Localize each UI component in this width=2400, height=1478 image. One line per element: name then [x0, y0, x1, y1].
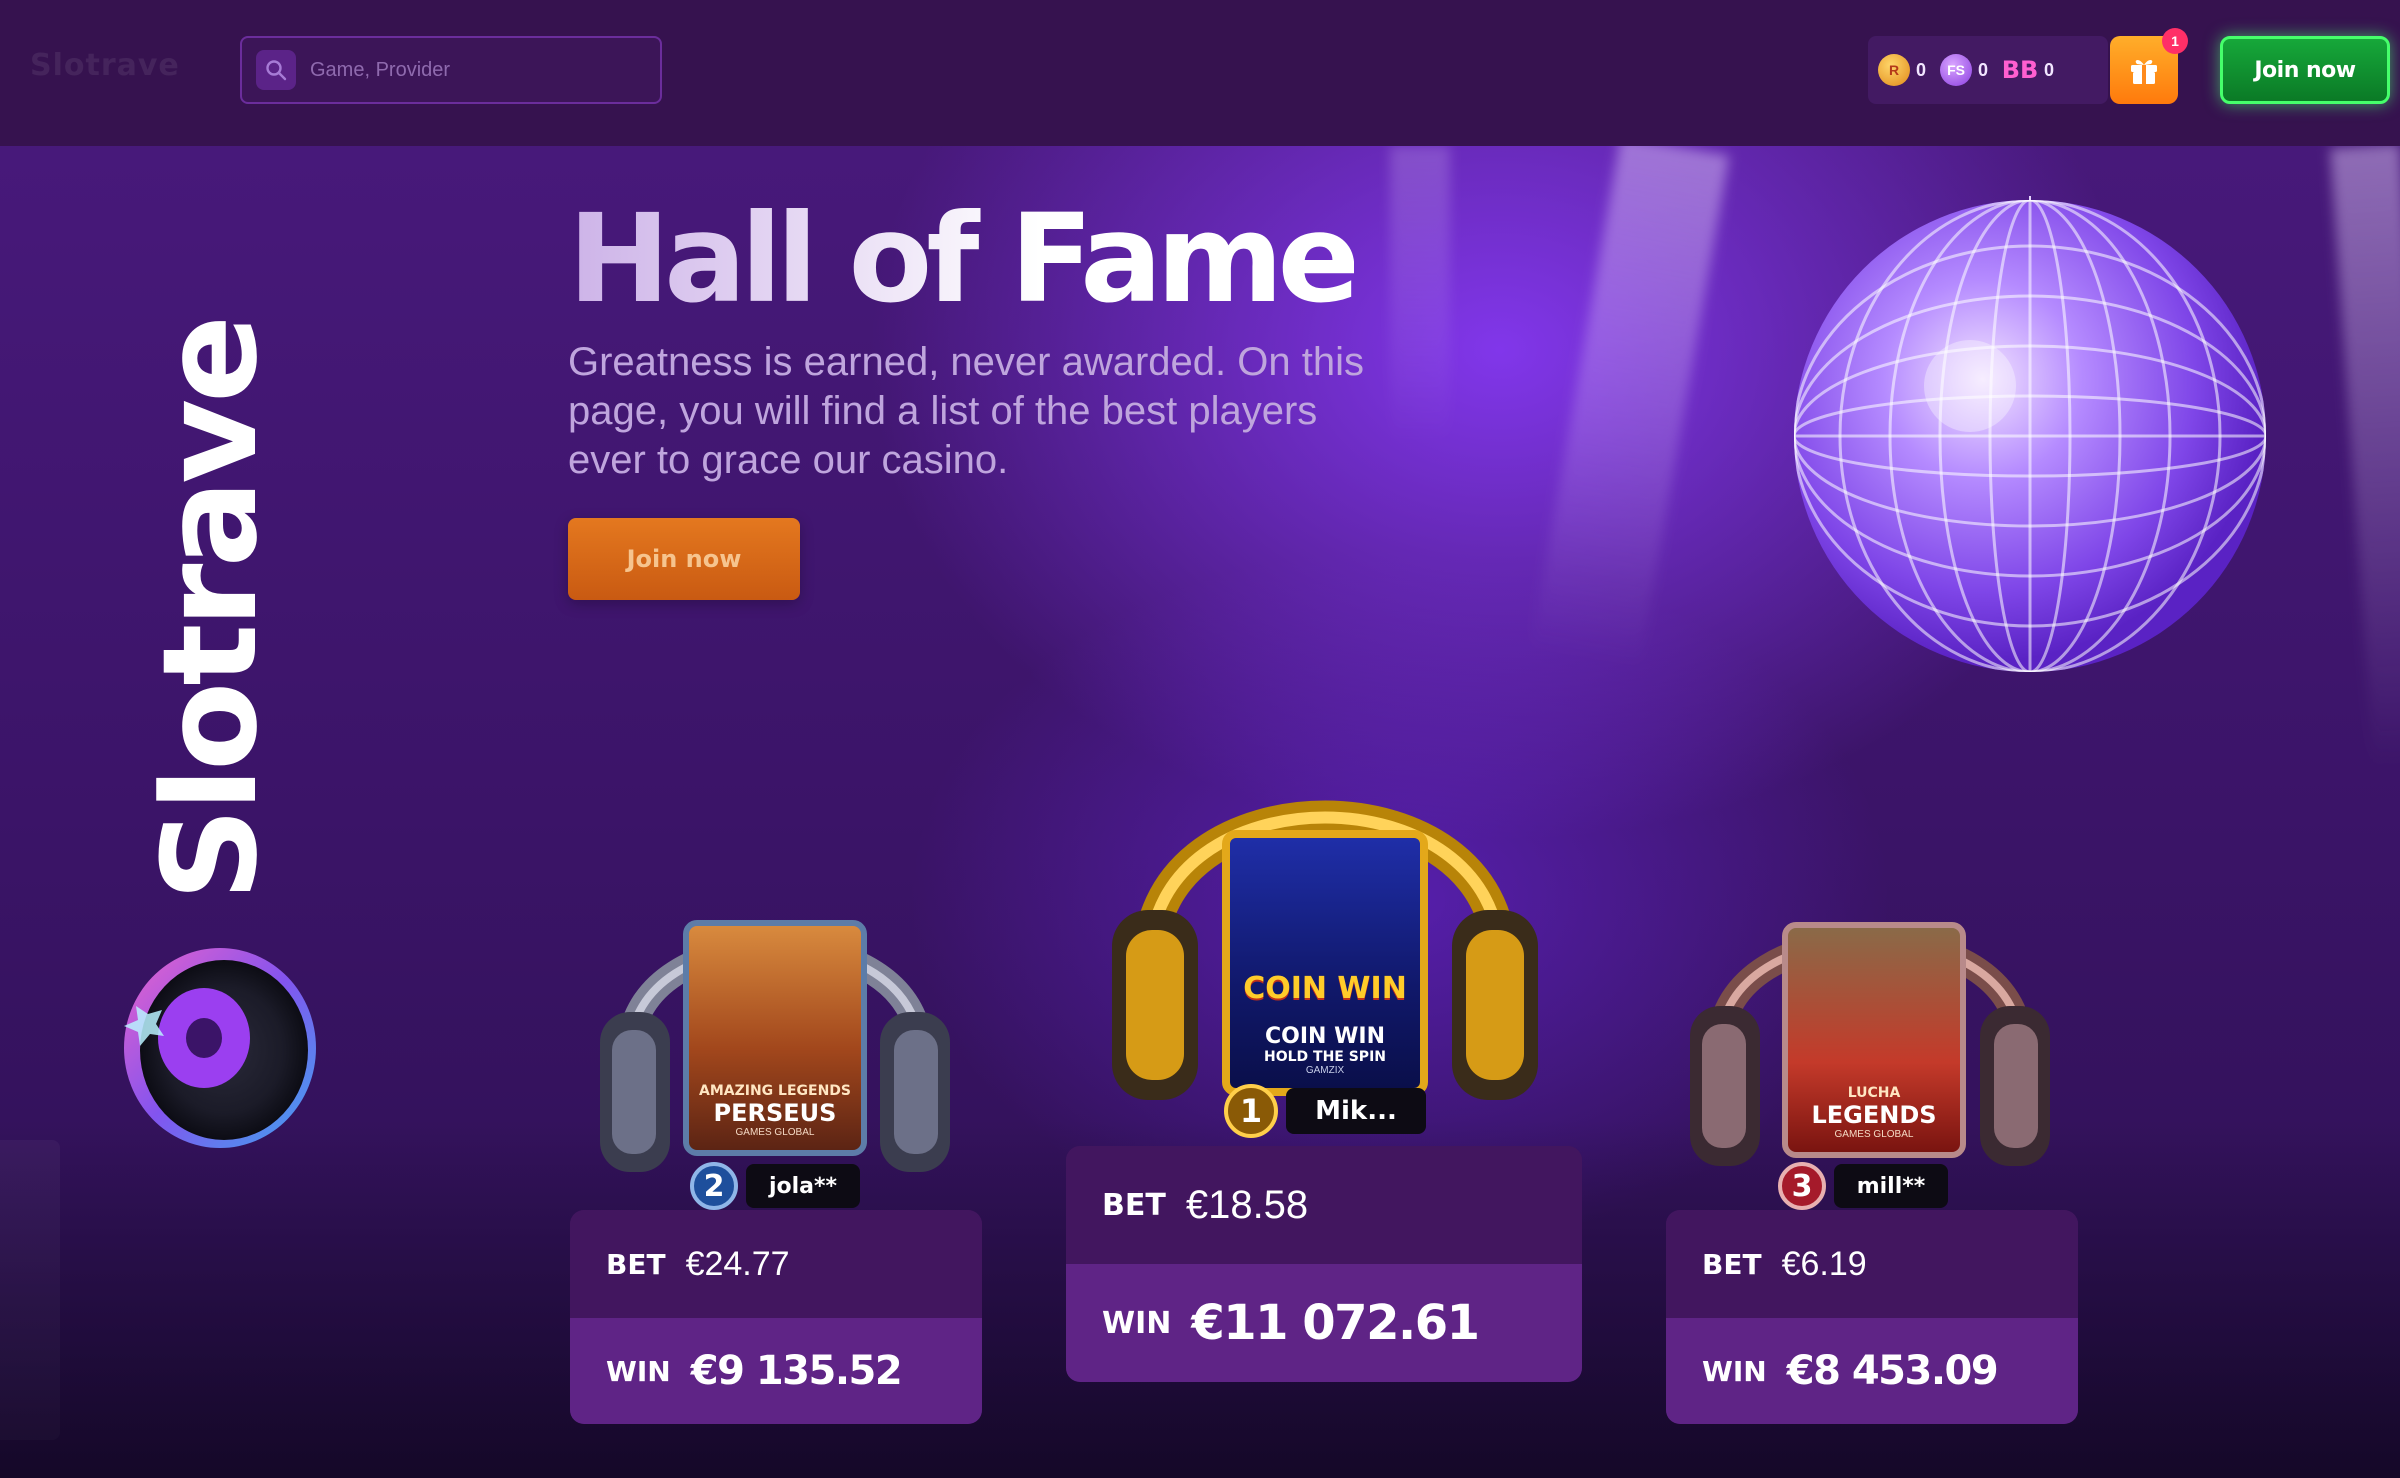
top-bar: Slotrave R 0 FS 0 BB 0 1 Join now — [0, 0, 2400, 146]
game-title: PERSEUS — [713, 1099, 837, 1127]
player-name: mill** — [1834, 1164, 1948, 1208]
rank-strip: 3 mill** — [1778, 1162, 1948, 1210]
wallet-value: 0 — [1916, 59, 1927, 80]
bet-label: BET — [1102, 1187, 1166, 1223]
game-provider: GAMES GLOBAL — [735, 1127, 815, 1138]
light-beam — [1390, 146, 1450, 446]
game-provider: GAMES GLOBAL — [1834, 1129, 1914, 1140]
wallet-balances[interactable]: R 0 FS 0 BB 0 — [1868, 36, 2108, 104]
gift-icon — [2131, 59, 2157, 84]
stat-card: BET €18.58 WIN €11 072.61 — [1066, 1146, 1582, 1382]
game-provider: GAMZIX — [1305, 1065, 1345, 1076]
search-box[interactable] — [240, 36, 662, 104]
win-row: WIN €9 135.52 — [570, 1318, 982, 1424]
rank-strip: 1 Mik... — [1224, 1084, 1426, 1138]
player-name: Mik... — [1286, 1088, 1426, 1134]
win-label: WIN — [606, 1354, 671, 1388]
stat-card: BET €6.19 WIN €8 453.09 — [1666, 1210, 2078, 1424]
bet-label: BET — [606, 1247, 666, 1281]
rank-badge: 1 — [1224, 1084, 1278, 1138]
game-subtitle: AMAZING LEGENDS — [698, 1083, 851, 1099]
bet-value: €24.77 — [685, 1244, 790, 1283]
gift-button[interactable]: 1 — [2110, 28, 2188, 104]
win-row: WIN €8 453.09 — [1666, 1318, 2078, 1424]
wallet-value: 0 — [1978, 59, 1989, 80]
win-value: €9 135.52 — [690, 1348, 903, 1394]
bet-value: €6.19 — [1781, 1244, 1867, 1283]
search-input[interactable] — [310, 58, 630, 82]
wallet-value: 0 — [2044, 59, 2055, 80]
disco-ball-icon — [1794, 196, 2266, 672]
wallet-item-fs[interactable]: FS 0 — [1940, 54, 1988, 86]
rb-coin-icon: R — [1878, 54, 1910, 86]
rank-badge: 2 — [690, 1162, 738, 1210]
bb-bonus-icon: BB — [2001, 56, 2039, 84]
rank-badge: 3 — [1778, 1162, 1826, 1210]
game-title: COIN WIN — [1265, 1024, 1385, 1049]
rank-strip: 2 jola** — [690, 1162, 860, 1210]
header-logo[interactable]: Slotrave — [30, 48, 180, 83]
search-icon[interactable] — [256, 50, 296, 90]
game-thumbnail-coin-win[interactable]: COIN WIN COIN WIN HOLD THE SPIN GAMZIX — [1222, 830, 1428, 1096]
join-now-button[interactable]: Join now — [2220, 36, 2390, 104]
wallet-item-rb[interactable]: R 0 — [1878, 54, 1926, 86]
game-logo: COIN WIN — [1243, 971, 1407, 1006]
bet-row: BET €18.58 — [1066, 1146, 1582, 1264]
bet-value: €18.58 — [1185, 1182, 1309, 1227]
brand-logo-text: Slotrave — [134, 318, 286, 902]
light-beam — [2330, 143, 2400, 767]
game-title: LEGENDS — [1811, 1101, 1937, 1129]
sidebar-ghost — [0, 1140, 60, 1440]
win-row: WIN €11 072.61 — [1066, 1264, 1582, 1382]
bet-row: BET €24.77 — [570, 1210, 982, 1318]
stat-card: BET €24.77 WIN €9 135.52 — [570, 1210, 982, 1424]
game-thumbnail-perseus[interactable]: AMAZING LEGENDS PERSEUS GAMES GLOBAL — [683, 920, 867, 1156]
game-subtitle: LUCHA — [1847, 1085, 1901, 1101]
page-subtitle: Greatness is earned, never awarded. On t… — [568, 340, 1364, 482]
player-name: jola** — [746, 1164, 860, 1208]
win-label: WIN — [1102, 1305, 1172, 1341]
bet-label: BET — [1702, 1247, 1762, 1281]
brand-vertical: Slotrave — [0, 319, 420, 901]
wallet-item-bb[interactable]: BB 0 — [2002, 54, 2054, 86]
game-thumbnail-lucha-legends[interactable]: LUCHA LEGENDS GAMES GLOBAL — [1782, 922, 1966, 1158]
notification-badge: 1 — [2162, 28, 2188, 54]
win-label: WIN — [1702, 1354, 1767, 1388]
win-value: €8 453.09 — [1786, 1348, 1999, 1394]
fs-coin-icon: FS — [1940, 54, 1973, 86]
hero-join-button[interactable]: Join now — [568, 518, 800, 600]
vinyl-record-icon — [124, 948, 316, 1148]
win-value: €11 072.61 — [1191, 1295, 1480, 1351]
game-subtitle: HOLD THE SPIN — [1263, 1049, 1386, 1065]
light-beam — [1530, 136, 1730, 668]
page-title: Hall of Fame — [568, 188, 1360, 330]
bet-row: BET €6.19 — [1666, 1210, 2078, 1318]
